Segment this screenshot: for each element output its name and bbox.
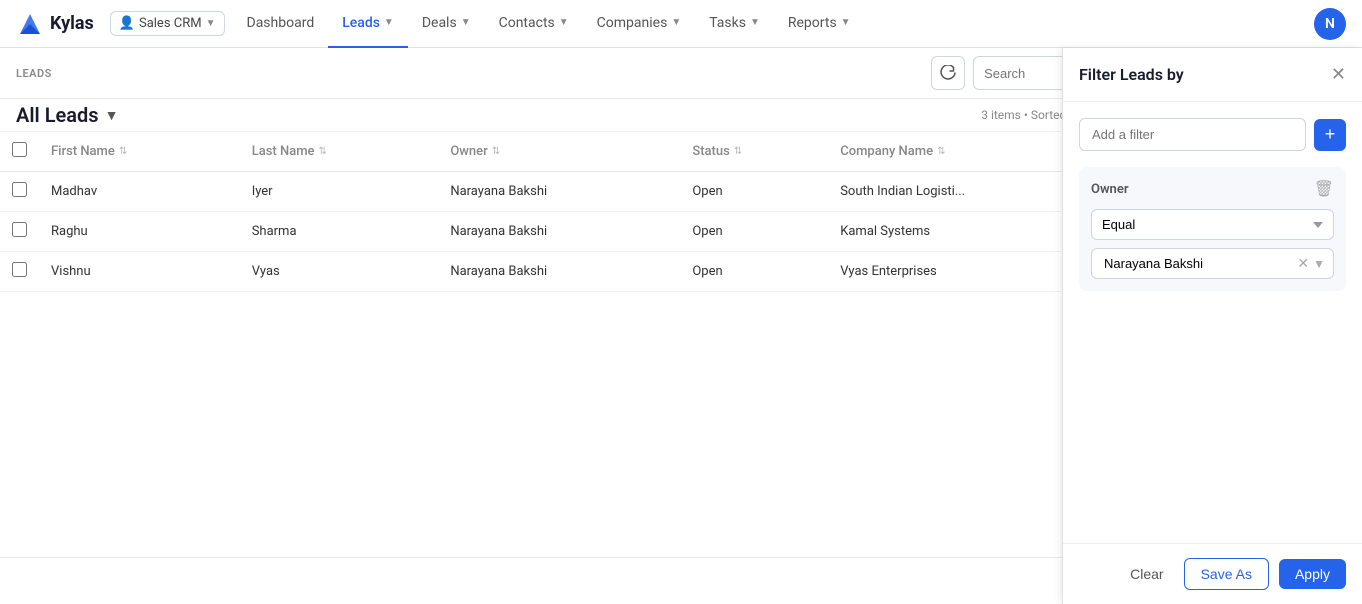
cell-first-name: Vishnu	[39, 252, 240, 292]
row-checkbox-cell[interactable]	[0, 172, 39, 212]
nav-deals-label: Deals	[422, 15, 457, 31]
col-company-label: Company Name	[840, 144, 933, 159]
navbar: Kylas 👤 Sales CRM ▼ Dashboard Leads ▼ De…	[0, 0, 1362, 48]
logo[interactable]: Kylas	[16, 10, 94, 38]
filter-panel: Filter Leads by ✕ + Owner 🗑 Equal Not Eq…	[1062, 48, 1362, 604]
nav-reports-label: Reports	[788, 15, 837, 31]
avatar-initial: N	[1325, 16, 1335, 32]
cell-owner: Narayana Bakshi	[438, 252, 680, 292]
col-first-name-sort-icon[interactable]: ⇅	[119, 146, 127, 157]
filter-clear-button[interactable]: Clear	[1120, 560, 1173, 588]
nav-contacts-label: Contacts	[499, 15, 555, 31]
crm-person-icon: 👤	[119, 16, 135, 31]
row-checkbox-1[interactable]	[12, 222, 27, 237]
filter-section-header: Owner 🗑	[1091, 179, 1334, 199]
filter-section-title: Owner	[1091, 182, 1129, 197]
filter-save-as-button[interactable]: Save As	[1184, 558, 1269, 590]
all-leads-chevron-icon: ▼	[105, 107, 119, 124]
header-checkbox-cell[interactable]	[0, 132, 39, 172]
add-filter-row: +	[1079, 118, 1346, 151]
filter-footer: Clear Save As Apply	[1063, 543, 1362, 604]
filter-apply-button[interactable]: Apply	[1279, 559, 1346, 589]
filter-value-chevron-icon[interactable]: ▼	[1313, 257, 1325, 271]
col-company-sort-icon[interactable]: ⇅	[937, 146, 945, 157]
filter-equal-select[interactable]: Equal Not Equal	[1091, 209, 1334, 240]
col-first-name-label: First Name	[51, 144, 115, 159]
cell-last-name: Iyer	[240, 172, 439, 212]
nav-item-tasks[interactable]: Tasks ▼	[695, 0, 774, 48]
avatar[interactable]: N	[1314, 8, 1346, 40]
col-first-name: First Name ⇅	[39, 132, 240, 172]
reports-chevron-icon: ▼	[841, 17, 851, 28]
row-checkbox-2[interactable]	[12, 262, 27, 277]
cell-first-name: Madhav	[39, 172, 240, 212]
nav-leads-label: Leads	[342, 15, 380, 31]
col-owner-label: Owner	[450, 144, 487, 159]
col-status-label: Status	[692, 144, 729, 159]
nav-item-reports[interactable]: Reports ▼	[774, 0, 865, 48]
nav-item-deals[interactable]: Deals ▼	[408, 0, 485, 48]
logo-icon	[16, 10, 44, 38]
cell-last-name: Vyas	[240, 252, 439, 292]
contacts-chevron-icon: ▼	[559, 17, 569, 28]
filter-section-owner: Owner 🗑 Equal Not Equal ✕ ▼	[1079, 167, 1346, 291]
row-checkbox-0[interactable]	[12, 182, 27, 197]
cell-owner: Narayana Bakshi	[438, 212, 680, 252]
nav-tasks-label: Tasks	[709, 15, 746, 31]
crm-chevron-icon: ▼	[206, 18, 216, 29]
nav-companies-label: Companies	[597, 15, 668, 31]
nav-item-contacts[interactable]: Contacts ▼	[485, 0, 583, 48]
nav-items: Dashboard Leads ▼ Deals ▼ Contacts ▼ Com…	[233, 0, 1307, 48]
page: LEADS	[0, 48, 1362, 604]
row-checkbox-cell[interactable]	[0, 252, 39, 292]
cell-status: Open	[680, 252, 828, 292]
all-leads-label: All Leads	[16, 103, 99, 127]
filter-value-input[interactable]	[1100, 249, 1297, 278]
cell-owner: Narayana Bakshi	[438, 172, 680, 212]
filter-clear-value-icon[interactable]: ✕	[1297, 256, 1309, 272]
col-status: Status ⇅	[680, 132, 828, 172]
cell-status: Open	[680, 172, 828, 212]
col-last-name: Last Name ⇅	[240, 132, 439, 172]
nav-dashboard-label: Dashboard	[247, 15, 315, 31]
col-owner-sort-icon[interactable]: ⇅	[492, 146, 500, 157]
filter-body: + Owner 🗑 Equal Not Equal ✕ ▼	[1063, 102, 1362, 543]
nav-item-dashboard[interactable]: Dashboard	[233, 0, 329, 48]
select-all-checkbox[interactable]	[12, 142, 27, 157]
col-last-name-label: Last Name	[252, 144, 315, 159]
filter-close-button[interactable]: ✕	[1331, 64, 1346, 85]
cell-status: Open	[680, 212, 828, 252]
nav-item-companies[interactable]: Companies ▼	[583, 0, 696, 48]
col-status-sort-icon[interactable]: ⇅	[734, 146, 742, 157]
add-filter-input[interactable]	[1079, 118, 1306, 151]
crm-label: Sales CRM	[139, 16, 202, 31]
row-checkbox-cell[interactable]	[0, 212, 39, 252]
filter-title: Filter Leads by	[1079, 65, 1184, 84]
cell-last-name: Sharma	[240, 212, 439, 252]
tasks-chevron-icon: ▼	[750, 17, 760, 28]
filter-header: Filter Leads by ✕	[1063, 48, 1362, 102]
col-last-name-sort-icon[interactable]: ⇅	[319, 146, 327, 157]
filter-value-row: ✕ ▼	[1091, 248, 1334, 279]
add-filter-button[interactable]: +	[1314, 119, 1346, 151]
crm-dropdown[interactable]: 👤 Sales CRM ▼	[110, 11, 225, 36]
filter-delete-button[interactable]: 🗑	[1314, 179, 1334, 199]
all-leads-title[interactable]: All Leads ▼	[16, 103, 118, 127]
logo-text: Kylas	[50, 13, 94, 34]
refresh-icon	[940, 65, 956, 81]
companies-chevron-icon: ▼	[671, 17, 681, 28]
section-label: LEADS	[16, 67, 52, 80]
refresh-button[interactable]	[931, 56, 965, 90]
deals-chevron-icon: ▼	[461, 17, 471, 28]
nav-item-leads[interactable]: Leads ▼	[328, 0, 408, 48]
leads-chevron-icon: ▼	[384, 17, 394, 28]
cell-first-name: Raghu	[39, 212, 240, 252]
col-owner: Owner ⇅	[438, 132, 680, 172]
